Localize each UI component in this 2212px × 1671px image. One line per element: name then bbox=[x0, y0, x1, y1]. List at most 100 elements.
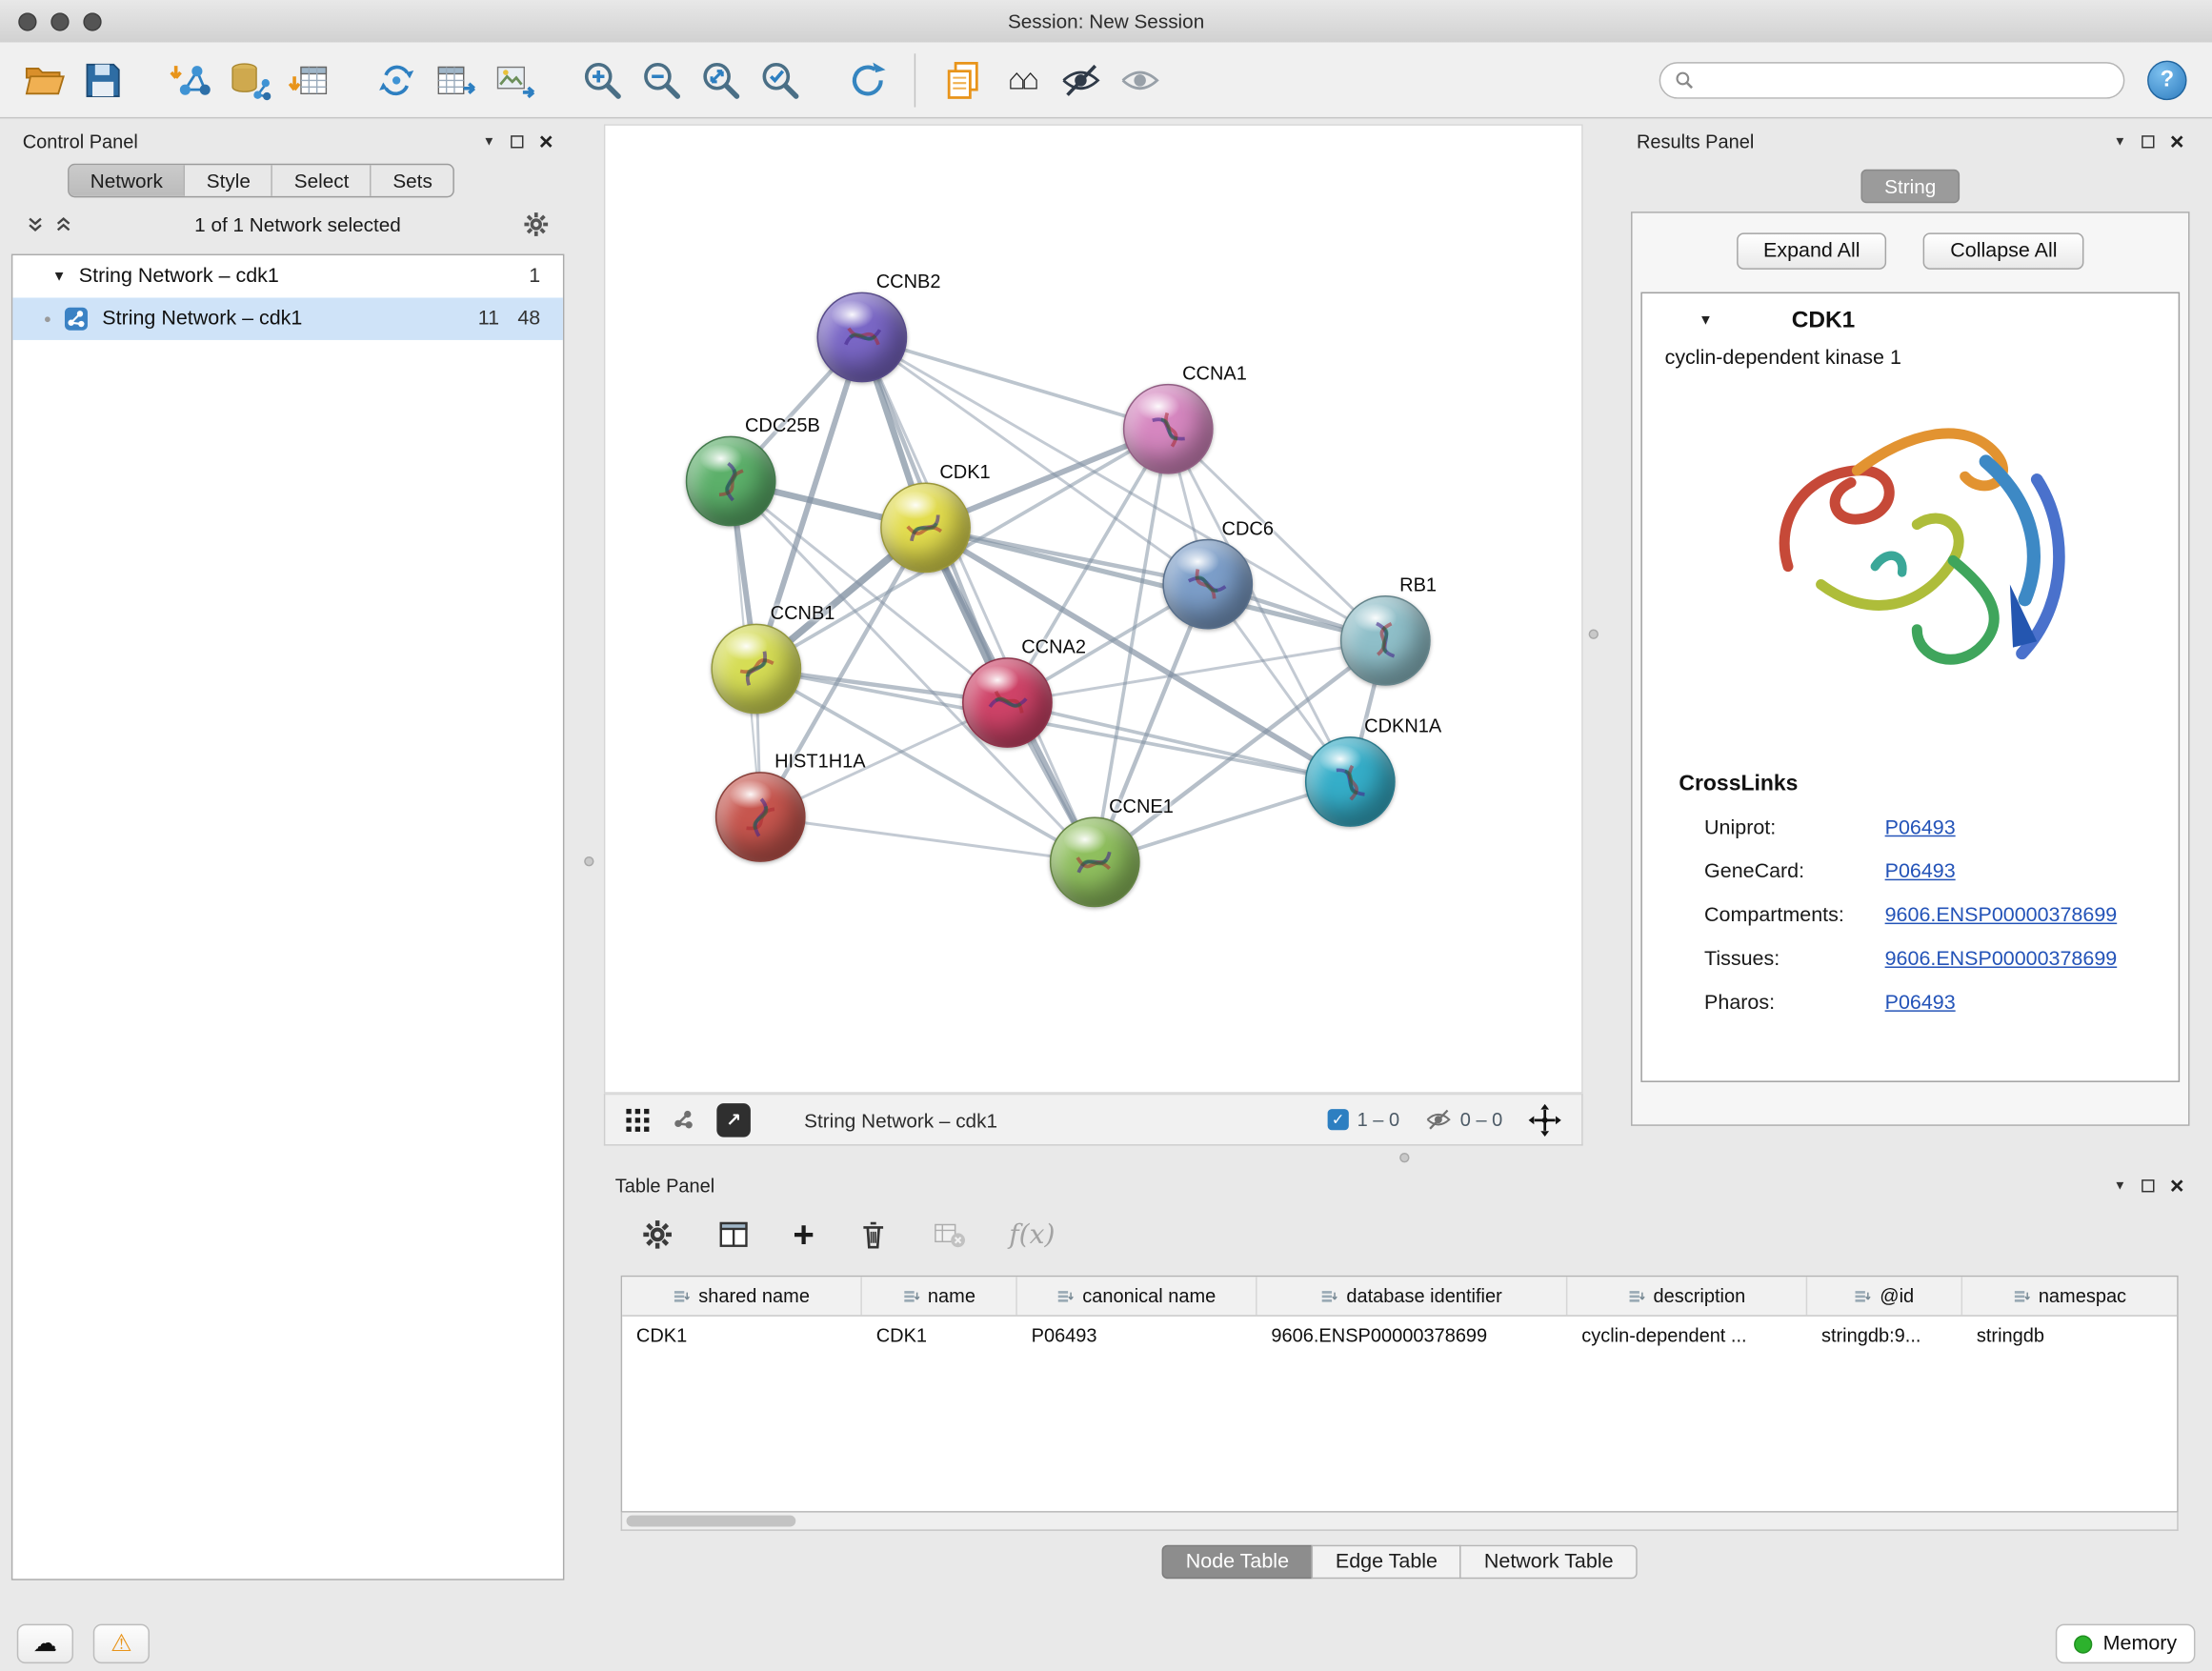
tab-style[interactable]: Style bbox=[184, 165, 271, 196]
export-table-button[interactable] bbox=[426, 49, 485, 111]
cloud-tasks-button[interactable]: ☁ bbox=[17, 1624, 73, 1663]
left-splitter-handle[interactable] bbox=[584, 856, 593, 866]
cell-id[interactable]: stringdb:9... bbox=[1807, 1317, 1962, 1355]
horizontal-splitter-handle[interactable] bbox=[1399, 1153, 1409, 1162]
column-header[interactable]: shared name bbox=[622, 1277, 862, 1315]
help-button[interactable]: ? bbox=[2147, 60, 2186, 99]
network-edge-CDK1-RB1[interactable] bbox=[926, 528, 1386, 640]
show-columns-icon[interactable] bbox=[716, 1218, 751, 1252]
cell-description[interactable]: cyclin-dependent ... bbox=[1567, 1317, 1807, 1355]
delete-table-icon[interactable] bbox=[933, 1218, 967, 1252]
network-canvas[interactable]: CCNB2CCNA1CDC25BCDK1CDC6RB1CCNB1CCNA2CDK… bbox=[604, 124, 1583, 1093]
right-splitter-handle[interactable] bbox=[1589, 630, 1599, 639]
table-settings-gear-icon[interactable] bbox=[640, 1218, 674, 1252]
panel-close-icon[interactable]: × bbox=[2170, 1173, 2184, 1197]
network-edge-HIST1H1A-CCNE1[interactable] bbox=[760, 816, 1095, 861]
hide-graphics-button[interactable] bbox=[1051, 49, 1110, 111]
search-input[interactable] bbox=[1703, 68, 2110, 91]
column-header[interactable]: database identifier bbox=[1257, 1277, 1568, 1315]
network-node-CCNB2[interactable] bbox=[816, 292, 907, 383]
column-header[interactable]: @id bbox=[1807, 1277, 1962, 1315]
import-network-file-button[interactable] bbox=[161, 49, 220, 111]
network-node-CDC25B[interactable] bbox=[686, 436, 776, 527]
warnings-button[interactable]: ⚠ bbox=[93, 1624, 150, 1663]
clone-network-button[interactable] bbox=[367, 49, 426, 111]
import-network-database-button[interactable] bbox=[220, 49, 279, 111]
export-image-button[interactable] bbox=[485, 49, 544, 111]
crosslink-link[interactable]: P06493 bbox=[1885, 860, 1956, 883]
cell-database-identifier[interactable]: 9606.ENSP00000378699 bbox=[1257, 1317, 1568, 1355]
pan-crosshair-icon[interactable] bbox=[1528, 1102, 1562, 1137]
network-node-CCNA1[interactable] bbox=[1123, 384, 1214, 474]
cell-canonical-name[interactable]: P06493 bbox=[1017, 1317, 1257, 1355]
crosslink-link[interactable]: 9606.ENSP00000378699 bbox=[1885, 947, 2118, 970]
collapse-all-button[interactable]: Collapse All bbox=[1923, 232, 2083, 270]
memory-button[interactable]: Memory bbox=[2055, 1624, 2195, 1663]
tree-expander-icon[interactable]: ▼ bbox=[52, 269, 67, 284]
column-header[interactable]: name bbox=[862, 1277, 1017, 1315]
add-column-icon[interactable]: + bbox=[793, 1217, 814, 1254]
save-session-button[interactable] bbox=[73, 49, 132, 111]
panel-close-icon[interactable]: × bbox=[2170, 130, 2184, 153]
show-graphics-button[interactable] bbox=[1111, 49, 1170, 111]
cell-shared-name[interactable]: CDK1 bbox=[622, 1317, 862, 1355]
expand-all-chevron-icon[interactable] bbox=[26, 214, 46, 234]
network-row-selected[interactable]: ● String Network – cdk1 11 48 bbox=[12, 297, 563, 339]
panel-float-icon[interactable]: ▼ bbox=[483, 134, 495, 149]
network-edge-CCNB2-CCNA1[interactable] bbox=[862, 337, 1168, 429]
open-session-button[interactable] bbox=[14, 49, 73, 111]
refresh-button[interactable] bbox=[838, 49, 897, 111]
network-share-icon[interactable] bbox=[670, 1106, 696, 1133]
tab-select[interactable]: Select bbox=[271, 165, 371, 196]
network-node-CCNB1[interactable] bbox=[711, 624, 801, 715]
tab-network[interactable]: Network bbox=[70, 165, 184, 196]
copy-document-button[interactable] bbox=[933, 49, 992, 111]
panel-close-icon[interactable]: × bbox=[539, 130, 553, 153]
panel-maximize-icon[interactable] bbox=[511, 134, 523, 147]
crosslink-link[interactable]: P06493 bbox=[1885, 816, 1956, 839]
crosslink-link[interactable]: 9606.ENSP00000378699 bbox=[1885, 904, 2118, 927]
network-options-gear-icon[interactable] bbox=[522, 211, 551, 239]
network-node-CDK1[interactable] bbox=[880, 483, 971, 574]
column-header[interactable]: namespac bbox=[1962, 1277, 2177, 1315]
tab-sets[interactable]: Sets bbox=[371, 165, 453, 196]
section-expander-icon[interactable]: ▼ bbox=[1699, 312, 1713, 328]
network-node-RB1[interactable] bbox=[1340, 595, 1431, 686]
delete-column-trash-icon[interactable] bbox=[856, 1218, 891, 1252]
network-node-HIST1H1A[interactable] bbox=[715, 772, 806, 862]
crosslink-link[interactable]: P06493 bbox=[1885, 991, 1956, 1014]
tab-network-table[interactable]: Network Table bbox=[1460, 1545, 1638, 1580]
zoom-in-button[interactable] bbox=[573, 49, 632, 111]
table-row[interactable]: CDK1 CDK1 P06493 9606.ENSP00000378699 cy… bbox=[622, 1317, 2177, 1355]
import-table-button[interactable] bbox=[279, 49, 338, 111]
tab-edge-table[interactable]: Edge Table bbox=[1312, 1545, 1461, 1580]
panel-maximize-icon[interactable] bbox=[2142, 134, 2154, 147]
panel-float-icon[interactable]: ▼ bbox=[2114, 1178, 2126, 1193]
expand-all-button[interactable]: Expand All bbox=[1737, 232, 1887, 270]
network-node-CDKN1A[interactable] bbox=[1305, 736, 1396, 827]
function-builder-icon[interactable]: f(x) bbox=[1009, 1219, 1055, 1251]
network-node-CCNA2[interactable] bbox=[962, 657, 1053, 748]
column-header[interactable]: description bbox=[1567, 1277, 1807, 1315]
zoom-selected-button[interactable] bbox=[751, 49, 810, 111]
table-horizontal-scrollbar[interactable] bbox=[621, 1513, 2179, 1531]
toolbar-search[interactable] bbox=[1659, 61, 2125, 98]
cell-name[interactable]: CDK1 bbox=[862, 1317, 1017, 1355]
network-collection-row[interactable]: ▼ String Network – cdk1 1 bbox=[12, 255, 563, 297]
collapse-all-chevron-icon[interactable] bbox=[53, 214, 73, 234]
network-edge-CCNA2-CDKN1A[interactable] bbox=[1007, 703, 1350, 782]
network-node-CDC6[interactable] bbox=[1162, 539, 1253, 630]
column-header[interactable]: canonical name bbox=[1017, 1277, 1257, 1315]
hide-details-button[interactable]: ⌂⌂ bbox=[992, 49, 1051, 111]
network-node-CCNE1[interactable] bbox=[1050, 816, 1140, 907]
scrollbar-thumb[interactable] bbox=[627, 1516, 796, 1527]
cell-namespace[interactable]: stringdb bbox=[1962, 1317, 2177, 1355]
gene-section-header[interactable]: ▼ CDK1 bbox=[1642, 293, 2179, 347]
zoom-fit-button[interactable] bbox=[692, 49, 751, 111]
results-tab-string[interactable]: String bbox=[1860, 170, 1961, 204]
selected-checkbox-icon[interactable]: ✓ bbox=[1328, 1109, 1349, 1130]
birds-eye-grid-icon[interactable] bbox=[625, 1107, 651, 1133]
network-edge-CCNB2-CCNE1[interactable] bbox=[862, 337, 1095, 862]
panel-maximize-icon[interactable] bbox=[2142, 1178, 2154, 1191]
zoom-out-button[interactable] bbox=[632, 49, 691, 111]
